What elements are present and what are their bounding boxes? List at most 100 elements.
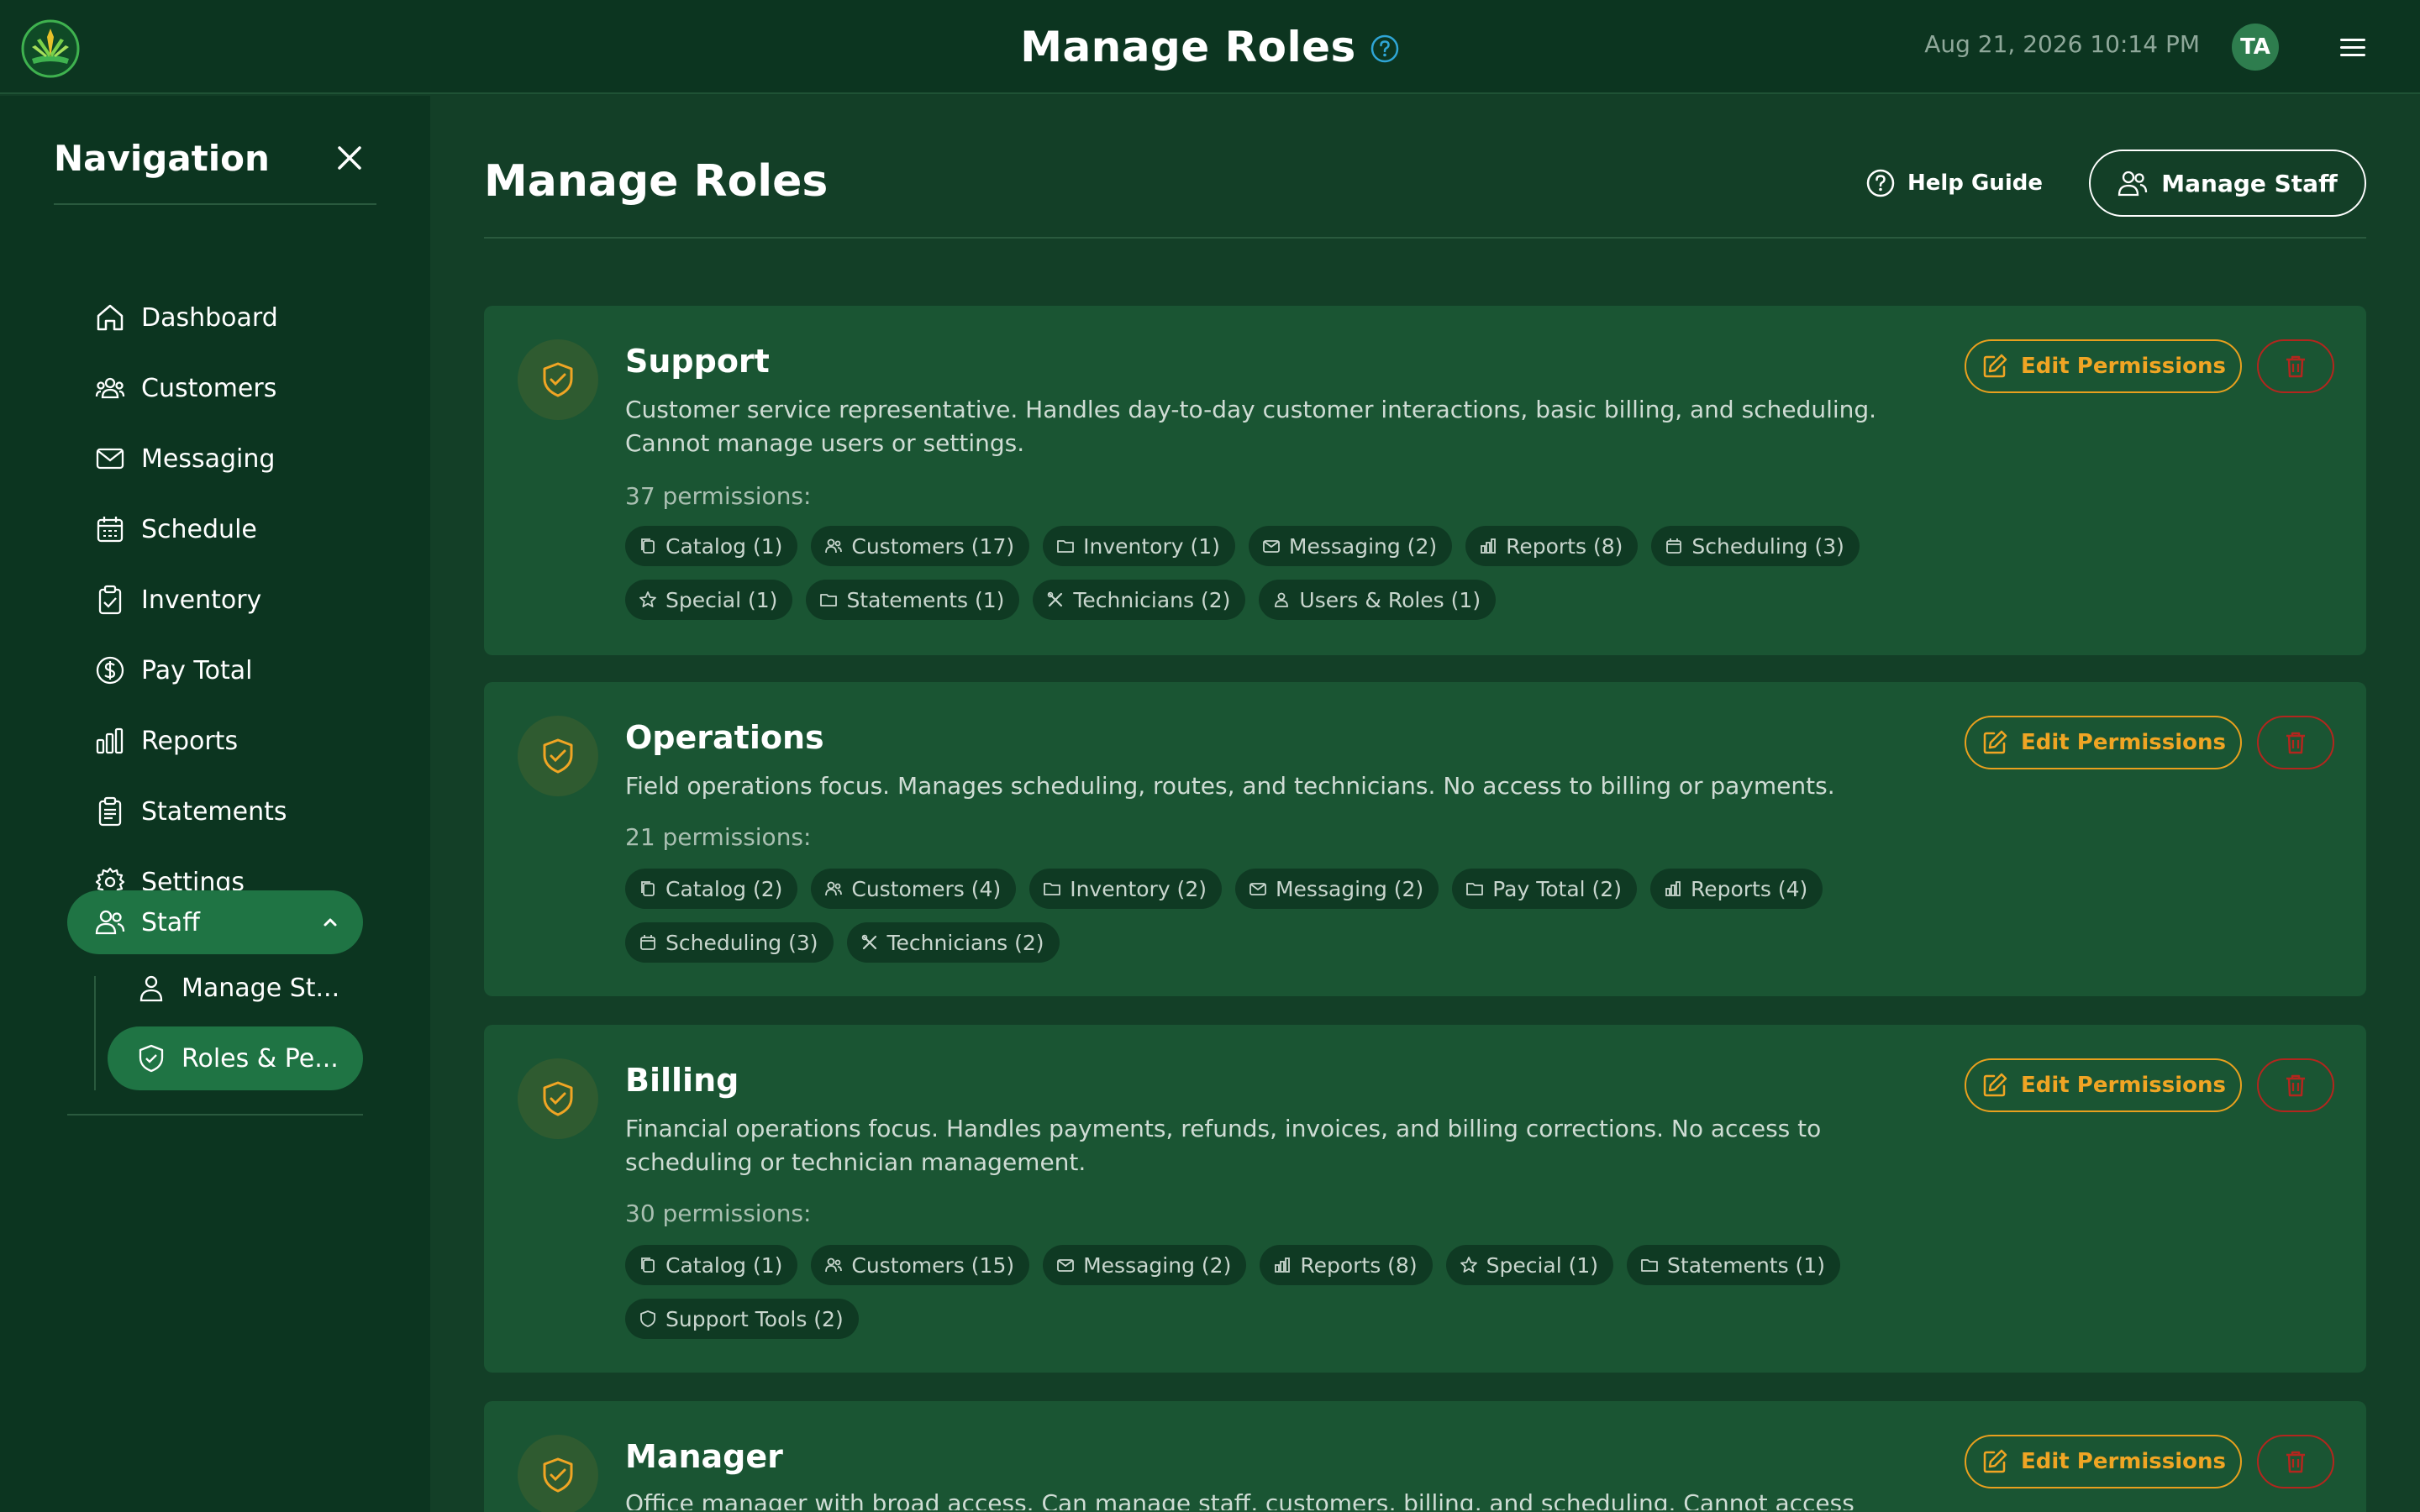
role-name: Support <box>625 343 770 380</box>
edit-permissions-label: Edit Permissions <box>2021 730 2226 755</box>
permission-tag: Inventory (1) <box>1043 526 1235 566</box>
edit-permissions-label: Edit Permissions <box>2021 1073 2226 1098</box>
permission-tag: Reports (4) <box>1649 869 1823 909</box>
users-icon <box>825 1257 843 1273</box>
sidebar-item-messaging[interactable]: Messaging <box>67 427 363 491</box>
folder-icon <box>1466 883 1484 895</box>
bar-chart-icon <box>96 727 124 754</box>
sidebar-item-label: Inventory <box>141 585 262 615</box>
role-icon <box>518 716 598 796</box>
user-icon <box>139 975 163 1002</box>
calendar-icon <box>97 517 124 543</box>
sidebar-item-customers[interactable]: Customers <box>67 356 363 420</box>
permission-tag: Users & Roles (1) <box>1259 580 1497 620</box>
copy-icon <box>641 881 655 896</box>
role-icon <box>518 339 598 420</box>
role-card-operations: Operations Field operations focus. Manag… <box>484 682 2366 996</box>
permission-tag: Special (1) <box>625 580 793 620</box>
role-card-manager: Manager Office manager with broad access… <box>484 1401 2366 1512</box>
permission-tag: Technicians (2) <box>846 922 1060 963</box>
permission-tag: Support Tools (2) <box>625 1299 859 1339</box>
permission-tag: Catalog (1) <box>625 526 798 566</box>
sidebar-item-inventory[interactable]: Inventory <box>67 568 363 632</box>
sidebar-title: Navigation <box>54 138 270 179</box>
role-name: Billing <box>625 1062 739 1099</box>
edit-icon <box>1983 1449 2007 1473</box>
role-name: Manager <box>625 1438 783 1475</box>
edit-icon <box>1983 354 2007 378</box>
role-card-billing: Billing Financial operations focus. Hand… <box>484 1025 2366 1373</box>
edit-icon <box>1983 1073 2007 1097</box>
user-shield-icon <box>1275 592 1289 607</box>
hamburger-menu-icon[interactable] <box>2336 32 2370 62</box>
role-card-support: Support Customer service representative.… <box>484 306 2366 655</box>
edit-permissions-label: Edit Permissions <box>2021 1449 2226 1474</box>
sidebar-subitem-roles-permissions[interactable]: Roles & Pe... <box>108 1026 363 1090</box>
help-guide-button[interactable]: Help Guide <box>1865 165 2043 202</box>
mail-icon <box>96 448 124 470</box>
sidebar-item-label: Messaging <box>141 444 276 474</box>
copy-icon <box>641 538 655 554</box>
role-description: Financial operations focus. Handles paym… <box>625 1115 1822 1176</box>
sidebar-item-schedule[interactable]: Schedule <box>67 497 363 561</box>
sidebar-item-pay-total[interactable]: Pay Total <box>67 638 363 702</box>
sidebar-divider <box>67 1114 363 1116</box>
submenu-line <box>94 976 96 1090</box>
help-circle-icon[interactable] <box>1370 34 1400 64</box>
chevron-up-icon <box>324 918 337 927</box>
manage-staff-button[interactable]: Manage Staff <box>2089 150 2366 217</box>
sidebar-divider <box>54 203 376 205</box>
sidebar-subitem-manage-staff[interactable]: Manage St... <box>108 956 363 1020</box>
close-icon[interactable] <box>333 141 366 175</box>
calendar-icon <box>640 935 655 950</box>
role-name: Operations <box>625 719 824 756</box>
sidebar-item-dashboard[interactable]: Dashboard <box>67 286 363 349</box>
edit-permissions-button[interactable]: Edit Permissions <box>1965 716 2242 769</box>
clipboard-check-icon <box>98 585 122 615</box>
home-icon <box>97 304 124 331</box>
sidebar-item-label: Customers <box>141 373 277 403</box>
users-icon <box>95 910 125 935</box>
header-datetime: Aug 21, 2026 10:14 PM <box>1924 30 2200 58</box>
sidebar-item-label: Reports <box>141 726 239 756</box>
help-circle-icon <box>1866 169 1895 197</box>
permission-count: 37 permissions: <box>625 482 812 510</box>
sidebar-item-reports[interactable]: Reports <box>67 709 363 773</box>
sidebar-item-staff[interactable]: Staff <box>67 890 363 954</box>
edit-permissions-button[interactable]: Edit Permissions <box>1965 339 2242 393</box>
permission-tag: Special (1) <box>1445 1245 1614 1285</box>
permission-tag: Statements (1) <box>806 580 1020 620</box>
delete-role-button[interactable] <box>2257 716 2334 769</box>
avatar[interactable]: TA <box>2232 24 2279 71</box>
sidebar-item-label: Pay Total <box>141 655 253 685</box>
sidebar-item-statements[interactable]: Statements <box>67 780 363 843</box>
permission-tags: Catalog (1) Customers (15) Messaging (2)… <box>625 1245 1936 1339</box>
delete-role-button[interactable] <box>2257 339 2334 393</box>
permission-tag: Inventory (2) <box>1029 869 1222 909</box>
sidebar-item-label: Schedule <box>141 514 257 544</box>
permission-tag: Reports (8) <box>1260 1245 1433 1285</box>
shield-check-icon <box>139 1044 164 1073</box>
sidebar-item-label: Staff <box>141 907 200 937</box>
shield-check-icon <box>543 738 573 774</box>
permission-tag: Reports (8) <box>1465 526 1639 566</box>
trash-icon <box>2286 1451 2305 1473</box>
mail-icon <box>1262 540 1280 553</box>
dollar-circle-icon <box>96 656 124 685</box>
permission-tag: Technicians (2) <box>1033 580 1246 620</box>
shield-check-icon <box>543 1457 573 1493</box>
page-title: Manage Roles <box>484 156 829 207</box>
edit-permissions-button[interactable]: Edit Permissions <box>1965 1435 2242 1488</box>
edit-permissions-button[interactable]: Edit Permissions <box>1965 1058 2242 1112</box>
permission-tag: Pay Total (2) <box>1452 869 1637 909</box>
permission-tags: Catalog (1) Customers (17) Inventory (1)… <box>625 526 1936 620</box>
permission-tag: Customers (4) <box>811 869 1017 909</box>
star-icon <box>1460 1257 1477 1273</box>
sidebar-item-label: Dashboard <box>141 302 278 333</box>
delete-role-button[interactable] <box>2257 1058 2334 1112</box>
delete-role-button[interactable] <box>2257 1435 2334 1488</box>
tools-icon <box>1048 591 1063 607</box>
trash-icon <box>2286 732 2305 754</box>
users-icon <box>2118 171 2148 197</box>
users-icon <box>825 538 843 554</box>
